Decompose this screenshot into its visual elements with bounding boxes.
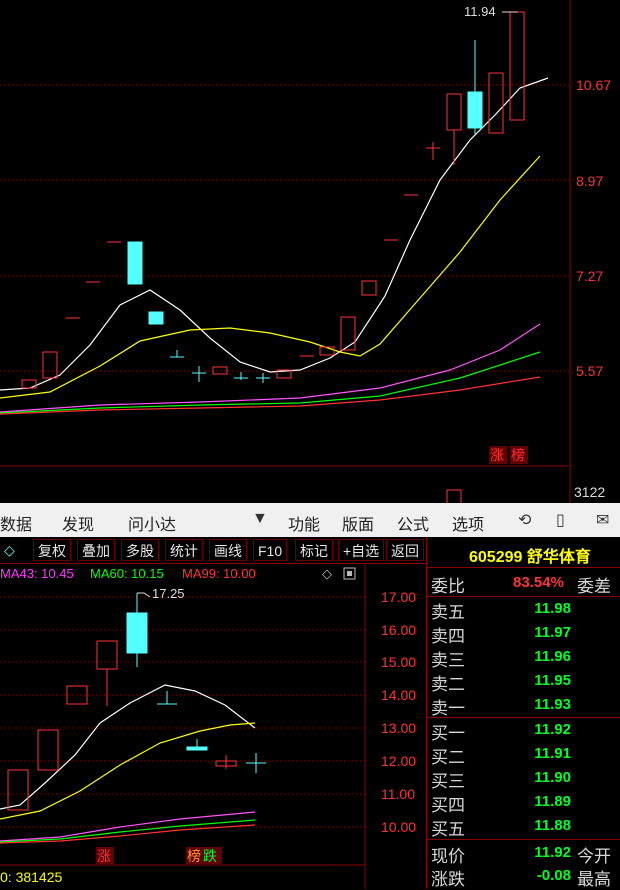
tag-zhang: 涨 <box>490 447 504 463</box>
bid-3-label: 买三 <box>431 772 465 791</box>
ask-3-label: 卖三 <box>431 651 465 670</box>
candle <box>148 311 164 325</box>
ma60-legend: MA60: 10.15 <box>90 566 164 581</box>
menu-item-formula[interactable]: 公式 <box>397 511 429 535</box>
tag-die: 跌 <box>203 848 217 864</box>
ask-2-label: 卖二 <box>431 675 465 694</box>
candle <box>7 769 29 811</box>
chevron-down-icon[interactable]: ▼ <box>252 510 268 528</box>
order-book-panel: 605299 舒华体育 委比 83.54% 委差 卖五 11.98 卖四 11.… <box>426 537 620 889</box>
price-label: 12.00 <box>381 753 416 769</box>
volume-readout: 0: 381425 <box>0 869 62 885</box>
refresh-icon[interactable]: ⟲ <box>518 510 531 530</box>
menu-item-layout[interactable]: 版面 <box>342 511 374 535</box>
ask-1-label: 卖一 <box>431 699 465 718</box>
price-label: 15.00 <box>381 654 416 670</box>
toolbar-back-button[interactable]: 返回 <box>386 539 424 561</box>
diamond-icon[interactable]: ◇ <box>322 566 332 581</box>
ask-5-label: 卖五 <box>431 603 465 622</box>
price-label: 17.00 <box>381 589 416 605</box>
price-label: 14.00 <box>381 687 416 703</box>
bid-5-price: 11.88 <box>534 817 571 834</box>
toolbar-multi-button[interactable]: 多股 <box>121 539 159 561</box>
candle <box>96 640 118 670</box>
bottom-kline-chart[interactable]: MA43: 10.45 MA60: 10.15 MA99: 10.00 ◇ 17… <box>0 563 426 889</box>
candle <box>509 11 525 121</box>
ask-4-price: 11.97 <box>534 624 571 641</box>
tag-bang: 榜 <box>511 447 525 463</box>
high-label: 11.94 <box>464 4 496 19</box>
price-label: 13.00 <box>381 720 416 736</box>
price-label: 8.97 <box>576 173 603 189</box>
toolbar-f10-button[interactable]: F10 <box>253 539 288 561</box>
ratio-label: 委比 <box>431 577 465 596</box>
ma99-legend: MA99: 10.00 <box>182 566 256 581</box>
ask-2-price: 11.95 <box>534 672 571 689</box>
ma-yellow-line <box>0 155 541 399</box>
price-label: 5.57 <box>576 363 603 379</box>
ma-white-line <box>0 77 549 391</box>
tag-bang: 榜 <box>187 848 201 864</box>
phone-icon[interactable]: ▯ <box>556 510 565 530</box>
candles <box>21 11 525 389</box>
toolbar-add-watch-button[interactable]: +自选 <box>338 539 385 561</box>
menu-item-options[interactable]: 选项 <box>452 511 484 535</box>
bid-1-label: 买一 <box>431 724 465 743</box>
menu-item-discover[interactable]: 发现 <box>62 511 94 535</box>
tag-zhang: 涨 <box>97 848 111 864</box>
candle <box>127 241 143 285</box>
high-label-text: 最高 <box>577 870 611 889</box>
bid-5-label: 买五 <box>431 820 465 839</box>
ask-5-price: 11.98 <box>534 600 571 617</box>
change-label: 涨跌 <box>431 870 465 889</box>
menu-bar: 数据 发现 问小达 ▼ 功能 版面 公式 选项 ⟲ ▯ ✉ <box>0 503 620 538</box>
candle <box>446 93 462 131</box>
candle <box>340 316 356 351</box>
toolbar-overlay-button[interactable]: 叠加 <box>77 539 115 561</box>
ratio-value: 83.54% <box>513 574 564 591</box>
bid-3-price: 11.90 <box>534 769 571 786</box>
high-label: 17.25 <box>152 586 185 601</box>
toolbar-mark-button[interactable]: 标记 <box>295 539 333 561</box>
price-label: 10.00 <box>381 819 416 835</box>
stock-code-name: 605299 舒华体育 <box>469 549 591 566</box>
price-label: 10.67 <box>576 77 611 93</box>
bid-4-price: 11.89 <box>534 793 571 810</box>
chart-toolbar: ◇ 复权 叠加 多股 统计 画线 F10 标记 +自选 返回 <box>0 537 426 564</box>
toolbar-draw-button[interactable]: 画线 <box>209 539 247 561</box>
volume-bar <box>446 489 462 503</box>
price-label: 11.00 <box>381 786 415 802</box>
candle <box>361 280 377 296</box>
bid-2-label: 买二 <box>431 748 465 767</box>
mail-icon[interactable]: ✉ <box>596 510 609 530</box>
change-value: -0.08 <box>536 867 571 884</box>
price-label: 16.00 <box>381 622 416 638</box>
ask-4-label: 卖四 <box>431 627 465 646</box>
ask-1-price: 11.93 <box>534 696 571 713</box>
diff-label: 委差 <box>577 577 611 596</box>
price-label: 7.27 <box>576 268 603 284</box>
bid-2-price: 11.91 <box>534 745 571 762</box>
open-label: 今开 <box>577 847 611 866</box>
volume-label: 3122 <box>574 484 605 500</box>
candle <box>42 351 58 379</box>
last-price-label: 现价 <box>431 847 465 866</box>
menu-item-data[interactable]: 数据 <box>0 511 32 535</box>
expand-icon[interactable]: ◇ <box>0 539 19 561</box>
ma-magenta-line <box>0 323 541 413</box>
ma43-legend: MA43: 10.45 <box>0 566 74 581</box>
ma-green-line <box>0 351 541 414</box>
menu-item-function[interactable]: 功能 <box>288 511 320 535</box>
top-kline-chart[interactable]: 11.94 10.67 8.97 7.27 5.57 涨 榜 3122 <box>0 0 620 503</box>
candle <box>488 72 504 134</box>
ask-3-price: 11.96 <box>534 648 571 665</box>
toolbar-fuquan-button[interactable]: 复权 <box>33 539 71 561</box>
last-price-value: 11.92 <box>534 844 571 861</box>
candle <box>37 729 59 771</box>
menu-item-ask[interactable]: 问小达 <box>128 511 176 535</box>
toolbar-stats-button[interactable]: 统计 <box>165 539 203 561</box>
bid-1-price: 11.92 <box>534 721 571 738</box>
bid-4-label: 买四 <box>431 796 465 815</box>
